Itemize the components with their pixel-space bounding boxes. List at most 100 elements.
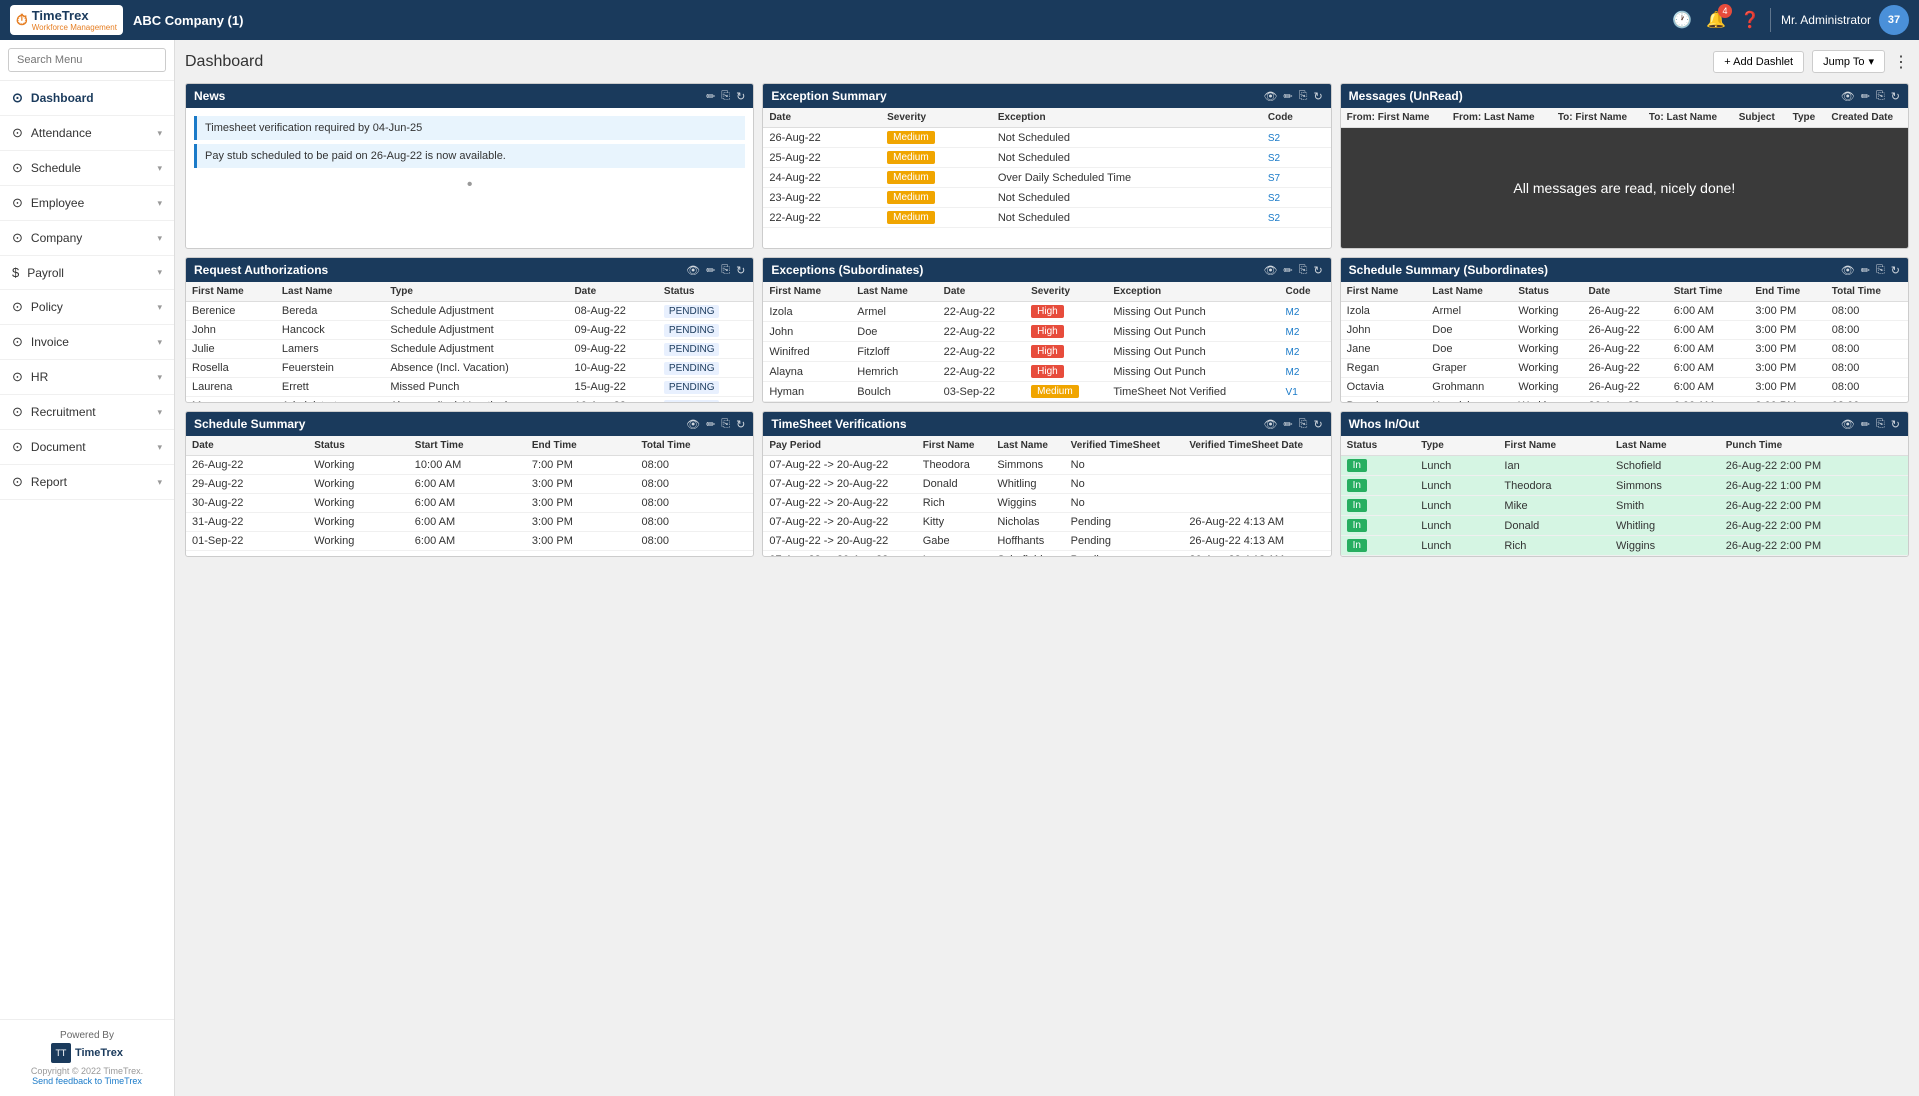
table-row: Winifred Fitzloff 22-Aug-22 High Missing… [763, 342, 1330, 362]
es-severity-2: Medium [881, 168, 992, 188]
sidebar-item-company[interactable]: ⊙ Company ▾ [0, 221, 174, 256]
wio-actions: 👁 ✏ ⎘ ↻ [1841, 418, 1900, 431]
sss-col-start: Start Time [1668, 282, 1750, 302]
add-dashlet-button[interactable]: + Add Dashlet [1713, 51, 1804, 73]
sidebar-item-attendance[interactable]: ⊙ Attendance ▾ [0, 116, 174, 151]
exsub-col-exception: Exception [1107, 282, 1279, 302]
sidebar-item-payroll[interactable]: $ Payroll ▾ [0, 256, 174, 290]
sidebar-item-invoice[interactable]: ⊙ Invoice ▾ [0, 325, 174, 360]
msg-view-icon[interactable]: 👁 [1841, 90, 1855, 103]
tv-table: Pay Period First Name Last Name Verified… [763, 436, 1330, 556]
table-row: Regan Graper Working 26-Aug-22 6:00 AM 3… [1341, 359, 1908, 378]
msg-refresh-icon[interactable]: ↻ [1891, 90, 1900, 103]
es-col-date: Date [763, 108, 881, 128]
exsub-refresh-icon[interactable]: ↻ [1313, 264, 1322, 277]
document-icon: ⊙ [12, 439, 23, 455]
news-actions: ✏ ⎘ ↻ [706, 90, 745, 103]
sidebar-item-employee[interactable]: ⊙ Employee ▾ [0, 186, 174, 221]
sidebar-item-dashboard[interactable]: ⊙ Dashboard [0, 81, 174, 116]
logo[interactable]: ⏱ TimeTrex Workforce Management [10, 5, 123, 35]
es-copy-icon[interactable]: ⎘ [1299, 90, 1308, 103]
timesheet-verifications-dashlet: TimeSheet Verifications 👁 ✏ ⎘ ↻ Pay P [762, 411, 1331, 557]
sidebar-item-document[interactable]: ⊙ Document ▾ [0, 430, 174, 465]
table-row: 25-Aug-22 Medium Not Scheduled S2 [763, 148, 1330, 168]
ss-copy-icon[interactable]: ⎘ [721, 418, 730, 431]
exsub-view-icon[interactable]: 👁 [1263, 264, 1277, 277]
ss-edit-icon[interactable]: ✏ [706, 418, 715, 431]
ss-refresh-icon[interactable]: ↻ [736, 418, 745, 431]
exsub-edit-icon[interactable]: ✏ [1283, 264, 1292, 277]
tv-table-wrapper: Pay Period First Name Last Name Verified… [763, 436, 1330, 556]
table-row: Hyman Boulch 03-Sep-22 Medium TimeSheet … [763, 382, 1330, 402]
table-row: 07-Aug-22 -> 20-Aug-22 Donald Whitling N… [763, 475, 1330, 494]
sidebar-item-policy[interactable]: ⊙ Policy ▾ [0, 290, 174, 325]
sidebar-label-invoice: Invoice [31, 335, 69, 349]
es-edit-icon[interactable]: ✏ [1283, 90, 1292, 103]
wio-header: Whos In/Out 👁 ✏ ⎘ ↻ [1341, 412, 1908, 436]
sidebar-item-recruitment[interactable]: ⊙ Recruitment ▾ [0, 395, 174, 430]
news-copy-icon[interactable]: ⎘ [721, 90, 730, 103]
table-row: Izola Armel 22-Aug-22 High Missing Out P… [763, 302, 1330, 322]
help-icon[interactable]: ❓ [1740, 10, 1760, 30]
sidebar-item-report[interactable]: ⊙ Report ▾ [0, 465, 174, 500]
notifications-wrapper[interactable]: 🔔 4 [1706, 10, 1726, 30]
exsub-copy-icon[interactable]: ⎘ [1299, 264, 1308, 277]
table-row: Jane Doe Working 26-Aug-22 6:00 AM 3:00 … [1341, 340, 1908, 359]
exception-summary-dashlet: Exception Summary 👁 ✏ ⎘ ↻ Date Severity [762, 83, 1331, 249]
news-refresh-icon[interactable]: ↻ [736, 90, 745, 103]
ra-copy-icon[interactable]: ⎘ [721, 264, 730, 277]
tv-copy-icon[interactable]: ⎘ [1299, 418, 1308, 431]
sidebar-label-dashboard: Dashboard [31, 91, 94, 105]
sss-title: Schedule Summary (Subordinates) [1349, 263, 1548, 277]
exception-summary-title: Exception Summary [771, 89, 886, 103]
tv-refresh-icon[interactable]: ↻ [1313, 418, 1322, 431]
sss-refresh-icon[interactable]: ↻ [1891, 264, 1900, 277]
wio-refresh-icon[interactable]: ↻ [1891, 418, 1900, 431]
clock-icon-wrapper[interactable]: 🕐 [1672, 10, 1692, 30]
es-exception-2: Over Daily Scheduled Time [992, 168, 1262, 188]
copyright-text: Copyright © 2022 TimeTrex. [10, 1066, 164, 1076]
msg-edit-icon[interactable]: ✏ [1861, 90, 1870, 103]
es-severity-3: Medium [881, 188, 992, 208]
user-info[interactable]: Mr. Administrator 37 [1781, 5, 1909, 35]
tv-view-icon[interactable]: 👁 [1263, 418, 1277, 431]
ra-view-icon[interactable]: 👁 [686, 264, 700, 277]
ss-col-start: Start Time [409, 436, 526, 456]
feedback-link[interactable]: Send feedback to TimeTrex [10, 1076, 164, 1086]
tv-edit-icon[interactable]: ✏ [1283, 418, 1292, 431]
exsub-title: Exceptions (Subordinates) [771, 263, 923, 277]
sss-edit-icon[interactable]: ✏ [1861, 264, 1870, 277]
wio-col-last: Last Name [1610, 436, 1720, 456]
report-icon: ⊙ [12, 474, 23, 490]
tv-col-date: Verified TimeSheet Date [1183, 436, 1330, 456]
wio-copy-icon[interactable]: ⎘ [1876, 418, 1885, 431]
wio-edit-icon[interactable]: ✏ [1861, 418, 1870, 431]
msg-col-from-first: From: First Name [1341, 108, 1447, 128]
search-input[interactable] [8, 48, 166, 72]
sss-view-icon[interactable]: 👁 [1841, 264, 1855, 277]
news-edit-icon[interactable]: ✏ [706, 90, 715, 103]
es-date-2: 24-Aug-22 [763, 168, 881, 188]
more-options-icon[interactable]: ⋮ [1893, 52, 1909, 72]
attendance-icon: ⊙ [12, 125, 23, 141]
sss-copy-icon[interactable]: ⎘ [1876, 264, 1885, 277]
jump-to-button[interactable]: Jump To ▾ [1812, 50, 1885, 73]
sidebar-label-payroll: Payroll [27, 266, 64, 280]
ss-view-icon[interactable]: 👁 [686, 418, 700, 431]
msg-copy-icon[interactable]: ⎘ [1876, 90, 1885, 103]
tv-col-last: Last Name [991, 436, 1064, 456]
news-content: Timesheet verification required by 04-Ju… [186, 108, 753, 206]
table-row: In Lunch Rich Wiggins 26-Aug-22 2:00 PM [1341, 536, 1908, 556]
sss-col-status: Status [1512, 282, 1582, 302]
ra-edit-icon[interactable]: ✏ [706, 264, 715, 277]
nav-icons: 🕐 🔔 4 ❓ [1672, 10, 1760, 30]
sidebar-item-hr[interactable]: ⊙ HR ▾ [0, 360, 174, 395]
es-refresh-icon[interactable]: ↻ [1313, 90, 1322, 103]
schedule-chevron: ▾ [157, 163, 162, 174]
sidebar-item-schedule[interactable]: ⊙ Schedule ▾ [0, 151, 174, 186]
es-view-icon[interactable]: 👁 [1263, 90, 1277, 103]
es-code-4: S2 [1262, 208, 1331, 228]
news-title: News [194, 89, 225, 103]
wio-view-icon[interactable]: 👁 [1841, 418, 1855, 431]
ra-refresh-icon[interactable]: ↻ [736, 264, 745, 277]
